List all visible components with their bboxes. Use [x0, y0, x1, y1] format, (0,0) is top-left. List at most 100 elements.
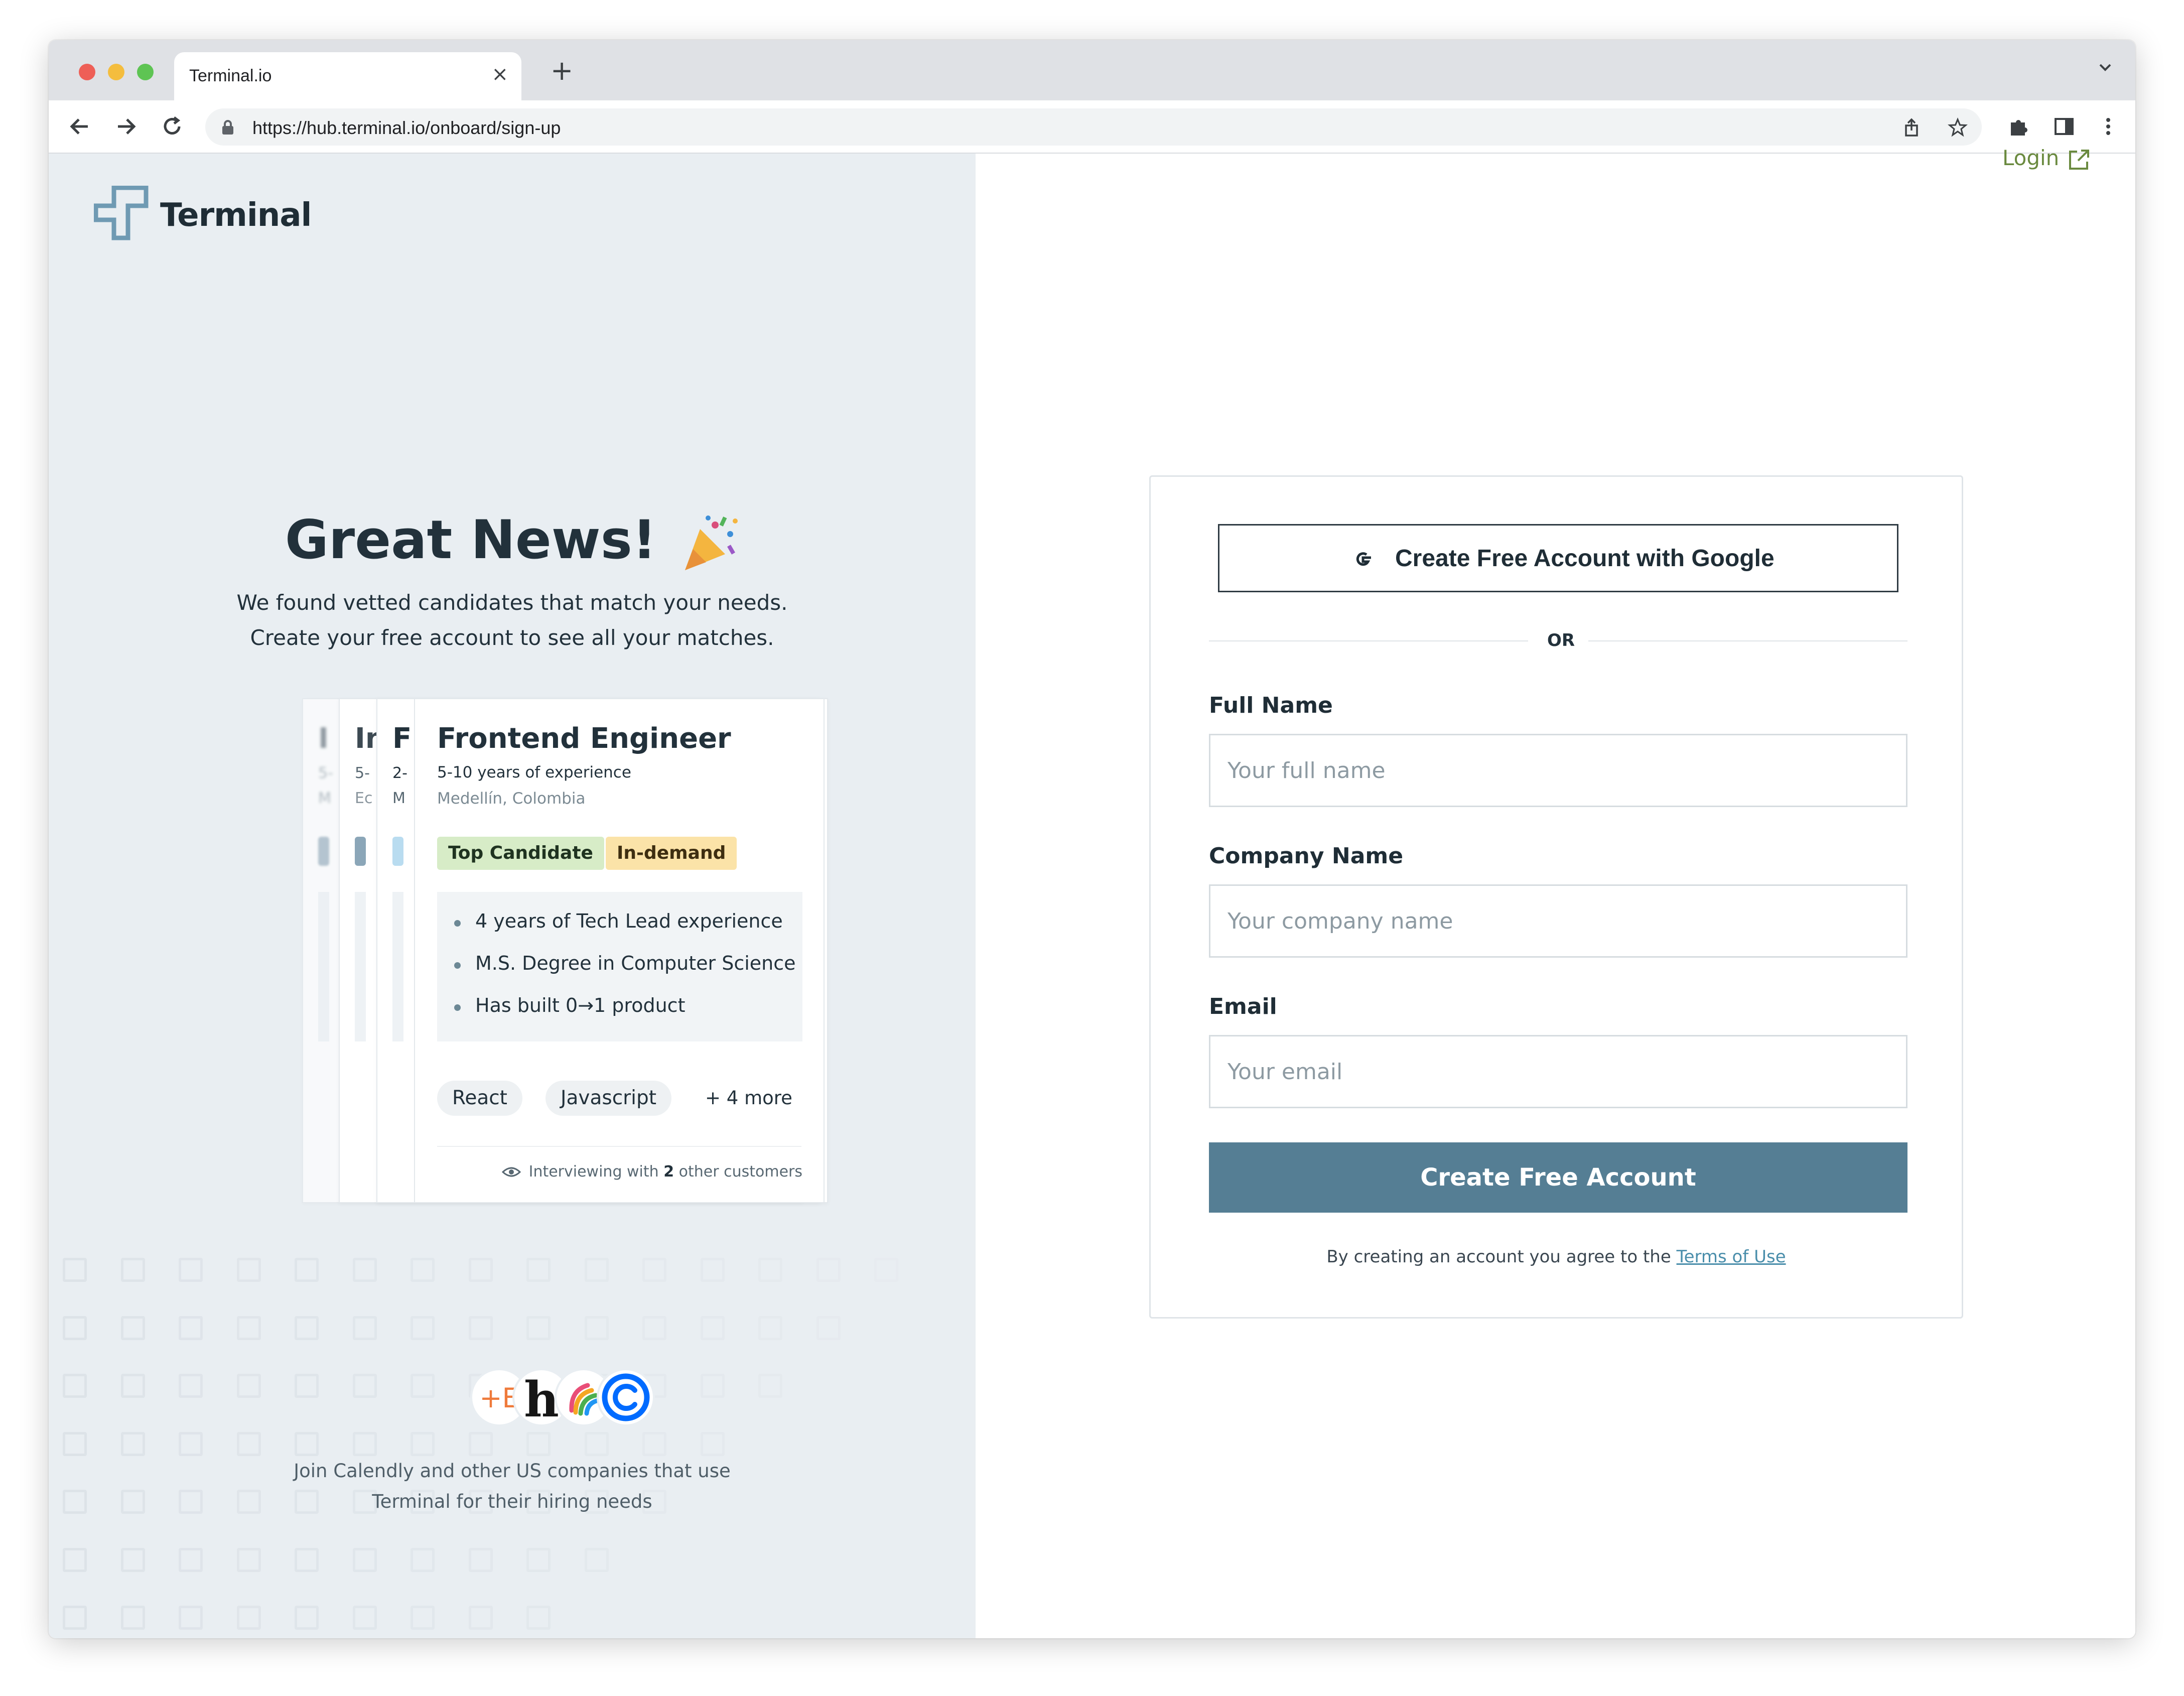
pattern-square [63, 1374, 87, 1398]
login-link[interactable]: Login [2002, 146, 2059, 170]
pattern-square [526, 1431, 551, 1456]
peek-card-tag [392, 837, 403, 866]
full-name-label: Full Name [1209, 693, 1333, 718]
pattern-square [584, 1258, 609, 1282]
hero-title: Great News! [49, 509, 976, 573]
bullet-icon [454, 920, 461, 927]
more-skills-label[interactable]: + 4 more [705, 1081, 792, 1116]
more-menu-icon[interactable] [2095, 113, 2121, 140]
google-signup-button[interactable]: Create Free Account with Google [1218, 524, 1898, 592]
maximize-window-button[interactable] [137, 64, 154, 80]
skill-chip-javascript: Javascript [545, 1081, 672, 1116]
calendly-logo-icon [597, 1368, 655, 1426]
interviewing-suffix: other customers [678, 1163, 802, 1181]
pattern-square [295, 1258, 319, 1282]
pattern-square [411, 1547, 435, 1572]
pattern-square [236, 1606, 261, 1630]
pattern-square [758, 1316, 782, 1340]
pattern-square [468, 1431, 493, 1456]
company-name-input[interactable] [1209, 884, 1907, 958]
pattern-square [352, 1606, 377, 1630]
pattern-square [236, 1316, 261, 1340]
pattern-square [584, 1316, 609, 1340]
tab-title: Terminal.io [189, 66, 272, 85]
companies-text: Join Calendly and other US companies tha… [49, 1456, 976, 1517]
close-window-button[interactable] [79, 64, 95, 80]
create-account-button[interactable]: Create Free Account [1209, 1142, 1907, 1213]
back-arrow-icon[interactable] [67, 113, 93, 140]
companies-text-line2: Terminal for their hiring needs [372, 1491, 652, 1512]
chevron-down-icon[interactable] [2095, 57, 2115, 77]
highlight-item: 4 years of Tech Lead experience [475, 910, 783, 932]
reload-icon[interactable] [159, 113, 185, 140]
pattern-square [120, 1316, 145, 1340]
pattern-square [526, 1258, 551, 1282]
hero-subtitle: We found vetted candidates that match yo… [49, 585, 976, 656]
peek-card-line: 5- [318, 764, 333, 782]
bookmark-star-icon[interactable] [1948, 117, 1968, 138]
company-name-label: Company Name [1209, 843, 1404, 869]
pattern-square [700, 1258, 725, 1282]
pattern-square [295, 1374, 319, 1398]
highlight-item: Has built 0→1 product [475, 994, 686, 1016]
pattern-square [411, 1606, 435, 1630]
hero-title-text: Great News! [285, 509, 657, 571]
pattern-square [295, 1606, 319, 1630]
extensions-puzzle-icon[interactable] [2006, 113, 2032, 140]
peek-card-block [355, 892, 366, 1041]
url-text: https://hub.terminal.io/onboard/sign-up [252, 117, 561, 138]
marketing-panel: Terminal Great News! We found vetted can… [49, 154, 976, 1638]
pattern-square [179, 1316, 203, 1340]
candidate-highlights: 4 years of Tech Lead experience M.S. Deg… [437, 892, 802, 1041]
pattern-square [63, 1431, 87, 1456]
pattern-square [468, 1547, 493, 1572]
url-field[interactable]: https://hub.terminal.io/onboard/sign-up [205, 108, 1982, 146]
forward-arrow-icon[interactable] [113, 113, 139, 140]
card-divider [437, 1146, 801, 1147]
new-tab-button[interactable]: + [551, 57, 573, 84]
interviewing-status: Interviewing with 2 other customers [501, 1163, 802, 1181]
peek-card-line: M [318, 790, 331, 807]
minimize-window-button[interactable] [108, 64, 124, 80]
lock-icon [222, 120, 233, 135]
pattern-square [236, 1258, 261, 1282]
pattern-square [411, 1431, 435, 1456]
browser-tab[interactable]: Terminal.io × [174, 52, 521, 100]
side-panel-icon[interactable] [2051, 113, 2077, 140]
pattern-square [526, 1316, 551, 1340]
pattern-square [874, 1258, 898, 1282]
tab-bar: Terminal.io × + [49, 40, 2135, 100]
pattern-square [63, 1606, 87, 1630]
address-bar: https://hub.terminal.io/onboard/sign-up [49, 100, 2135, 154]
company-logos: +E h [470, 1368, 661, 1428]
external-link-icon[interactable] [2066, 147, 2092, 173]
pattern-square [179, 1547, 203, 1572]
tab-close-icon[interactable]: × [491, 64, 508, 84]
pattern-square [236, 1547, 261, 1572]
pattern-square [63, 1258, 87, 1282]
terms-notice: By creating an account you agree to the … [1151, 1247, 1962, 1267]
pattern-square [584, 1431, 609, 1456]
bullet-icon [454, 962, 461, 969]
share-icon[interactable] [1901, 117, 1922, 138]
full-name-input[interactable] [1209, 734, 1907, 807]
pattern-square [758, 1374, 782, 1398]
interviewing-count: 2 [663, 1163, 674, 1181]
candidate-card[interactable]: Frontend Engineer 5-10 years of experien… [414, 698, 825, 1203]
email-label: Email [1209, 994, 1277, 1019]
pattern-square [700, 1431, 725, 1456]
peek-card-line: Ec [355, 790, 373, 807]
pattern-square [179, 1374, 203, 1398]
pattern-square [352, 1258, 377, 1282]
terms-of-use-link[interactable]: Terms of Use [1677, 1247, 1786, 1267]
pattern-square [295, 1547, 319, 1572]
candidate-location: Medellín, Colombia [437, 790, 586, 808]
highlight-item: M.S. Degree in Computer Science [475, 952, 796, 974]
email-input[interactable] [1209, 1035, 1907, 1108]
pattern-square [411, 1316, 435, 1340]
divider-line [1588, 640, 1907, 641]
pattern-square [120, 1431, 145, 1456]
pattern-square [120, 1606, 145, 1630]
pattern-square [468, 1606, 493, 1630]
pattern-square [120, 1547, 145, 1572]
